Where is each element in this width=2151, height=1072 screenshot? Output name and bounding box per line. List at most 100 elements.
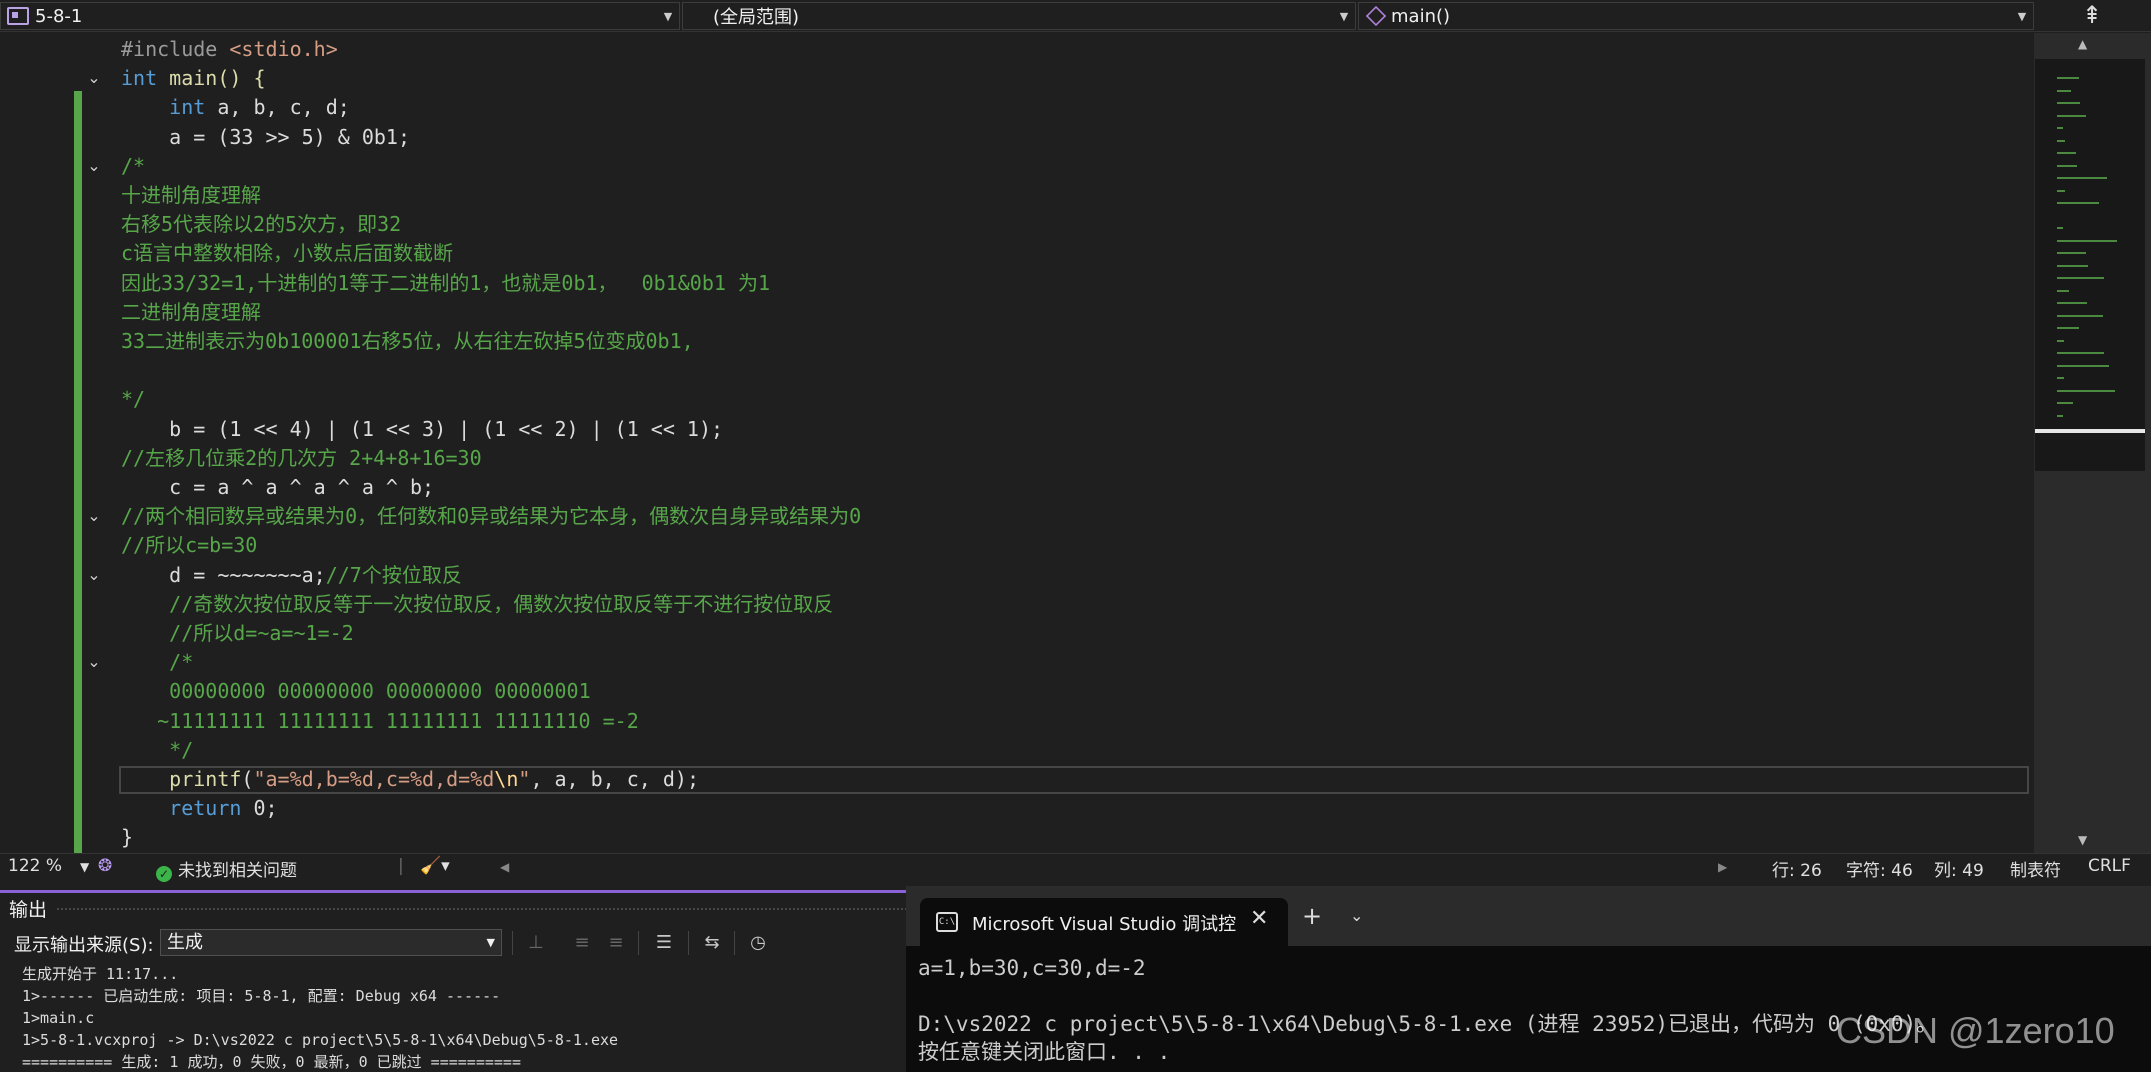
code-line[interactable]: printf("a=%d,b=%d,c=%d,d=%d\n", a, b, c,… xyxy=(121,765,699,794)
code-line[interactable]: } xyxy=(121,823,133,852)
project-dropdown[interactable]: 5-8-1 ▼ xyxy=(0,2,680,30)
minimap-line xyxy=(2057,89,2072,92)
issues-text: 未找到相关问题 xyxy=(178,861,297,881)
minimap-line xyxy=(2057,189,2066,192)
next-message-icon[interactable]: ≡ xyxy=(604,931,628,955)
code-line[interactable]: return 0; xyxy=(121,794,278,823)
minimap-line xyxy=(2057,364,2109,367)
output-line: 1>------ 已启动生成: 项目: 5-8-1, 配置: Debug x64… xyxy=(22,987,501,1005)
minimap-viewport[interactable] xyxy=(2035,429,2145,433)
output-line: 生成开始于 11:17... xyxy=(22,965,179,983)
code-editor[interactable]: ⌄ ⌄ ⌄ ⌄ ⌄ #include <stdio.h> int main() { int… xyxy=(0,33,2034,857)
line-number[interactable]: 行: 26 xyxy=(1772,856,1822,881)
clear-all-icon[interactable]: ☰ xyxy=(652,931,676,955)
fold-toggle-icon[interactable]: ⌄ xyxy=(84,506,104,526)
code-token: 右移5代表除以2的5次方，即32 xyxy=(121,212,402,237)
zoom-level[interactable]: 122 % xyxy=(8,856,62,876)
code-line[interactable]: //左移几位乘2的几次方 2+4+8+16=30 xyxy=(121,444,482,473)
scroll-up-icon[interactable]: ▲ xyxy=(2078,37,2087,51)
code-line[interactable]: */ xyxy=(121,736,193,765)
code-token: //所以c=b=30 xyxy=(121,533,258,558)
output-line: ========== 生成: 1 成功，0 失败，0 最新，0 已跳过 ====… xyxy=(22,1053,521,1071)
divider: | xyxy=(398,856,404,876)
close-icon[interactable]: ✕ xyxy=(1250,906,1268,931)
code-line[interactable]: 右移5代表除以2的5次方，即32 xyxy=(121,210,401,239)
code-line[interactable]: /* xyxy=(121,152,145,181)
output-log[interactable]: 生成开始于 11:17... 1>------ 已启动生成: 项目: 5-8-1,… xyxy=(22,963,902,1072)
output-source-select[interactable]: 生成 ▼ xyxy=(160,929,502,956)
previous-message-icon[interactable]: ≡ xyxy=(570,931,594,955)
code-token: } xyxy=(121,825,134,850)
code-token: */ xyxy=(169,737,194,762)
console-tab[interactable]: C:\ Microsoft Visual Studio 调试控制台 ✕ xyxy=(920,898,1288,946)
code-line[interactable]: 00000000 00000000 00000000 00000001 xyxy=(121,677,591,706)
code-line[interactable]: int a, b, c, d; xyxy=(121,93,350,122)
code-line[interactable]: //所以d=~a=~1=-2 xyxy=(121,619,354,648)
code-line[interactable]: 因此33/32=1,十进制的1等于二进制的1，也就是0b1， 0b1&0b1 为… xyxy=(121,269,770,298)
chevron-down-icon: ▼ xyxy=(663,9,673,23)
code-line[interactable]: c = a ^ a ^ a ^ a ^ b; xyxy=(121,473,434,502)
code-line[interactable]: int main() { xyxy=(121,64,266,93)
vertical-scrollbar[interactable]: ▲ ▼ xyxy=(2034,33,2151,853)
split-editor-icon: ⇞ xyxy=(2081,1,2103,29)
zoom-dropdown-icon[interactable]: ▼ xyxy=(80,860,89,874)
code-token: c = a ^ a ^ a ^ a ^ b; xyxy=(121,475,435,499)
cleanup-brush-icon[interactable]: 🧹▾ xyxy=(420,856,450,876)
scroll-right-icon[interactable]: ▶ xyxy=(1718,860,1727,874)
code-line[interactable]: 二进制角度理解 xyxy=(121,298,261,327)
code-line[interactable]: //奇数次按位取反等于一次按位取反，偶数次按位取反等于不进行按位取反 xyxy=(121,590,833,619)
fold-toggle-icon[interactable]: ⌄ xyxy=(84,68,104,88)
minimap[interactable] xyxy=(2035,59,2145,471)
code-token: 00000000 00000000 00000000 00000001 xyxy=(169,679,591,704)
code-line[interactable]: 33二进制表示为0b100001右移5位，从右往左砍掉5位变成0b1, xyxy=(121,327,694,356)
minimap-line xyxy=(2057,252,2086,254)
fold-toggle-icon[interactable]: ⌄ xyxy=(84,565,104,585)
issues-status[interactable]: ✓ 未找到相关问题 xyxy=(156,856,297,882)
char-number[interactable]: 字符: 46 xyxy=(1846,856,1913,881)
new-tab-plus-icon[interactable]: + xyxy=(1302,902,1322,930)
indent-mode[interactable]: 制表符 xyxy=(2010,856,2061,881)
panel-grip[interactable] xyxy=(56,907,906,911)
code-line[interactable]: c语言中整数相除，小数点后面数截断 xyxy=(121,239,453,268)
code-line[interactable]: /* xyxy=(121,648,193,677)
code-line[interactable]: //所以c=b=30 xyxy=(121,531,257,560)
minimap-line xyxy=(2057,127,2063,129)
copilot-icon[interactable]: ❂ xyxy=(98,856,112,876)
function-dropdown[interactable]: main() ▼ xyxy=(1358,2,2034,30)
column-number[interactable]: 列: 49 xyxy=(1934,856,1984,881)
find-message-icon[interactable]: ⊥ xyxy=(524,931,548,955)
code-line[interactable]: ~11111111 11111111 11111111 11111110 =-2 xyxy=(121,707,639,736)
code-token: <stdio.h> xyxy=(229,37,338,61)
fold-toggle-icon[interactable]: ⌄ xyxy=(84,156,104,176)
code-line[interactable]: */ xyxy=(121,385,145,414)
code-line[interactable]: a = (33 >> 5) & 0b1; xyxy=(121,123,410,152)
line-ending[interactable]: CRLF xyxy=(2088,856,2131,876)
code-token: int xyxy=(169,95,206,120)
check-circle-icon: ✓ xyxy=(156,866,172,882)
minimap-line xyxy=(2057,264,2089,267)
code-line[interactable]: d = ~~~~~~~a;//7个按位取反 xyxy=(121,561,462,590)
code-line[interactable]: 十进制角度理解 xyxy=(121,181,261,210)
minimap-line xyxy=(2057,102,2080,104)
minimap-line xyxy=(2057,77,2079,79)
project-name: 5-8-1 xyxy=(35,5,83,27)
word-wrap-icon[interactable]: ⇆ xyxy=(700,931,724,955)
console-tab-title: Microsoft Visual Studio 调试控制台 xyxy=(972,914,1236,935)
code-token: 0; xyxy=(241,796,278,821)
code-line[interactable]: b = (1 << 4) | (1 << 3) | (1 << 2) | (1 … xyxy=(121,415,723,444)
timestamp-clock-icon[interactable]: ◷ xyxy=(746,931,770,955)
project-icon xyxy=(7,7,29,25)
output-panel-title[interactable]: 输出 xyxy=(9,895,47,922)
chevron-down-icon[interactable]: ⌄ xyxy=(1350,906,1363,925)
fold-toggle-icon[interactable]: ⌄ xyxy=(84,652,104,672)
code-line[interactable]: #include <stdio.h> xyxy=(121,35,338,64)
scroll-down-icon[interactable]: ▼ xyxy=(2078,833,2087,847)
split-editor-button[interactable]: ⇞ xyxy=(2052,2,2132,30)
scroll-left-icon[interactable]: ◀ xyxy=(500,860,509,874)
scope-dropdown[interactable]: (全局范围) ▼ xyxy=(682,2,1356,30)
code-area[interactable]: #include <stdio.h> int main() { int a, b,… xyxy=(121,33,2031,853)
code-line[interactable]: //两个相同数异或结果为0，任何数和0异或结果为它本身，偶数次自身异或结果为0 xyxy=(121,502,861,531)
